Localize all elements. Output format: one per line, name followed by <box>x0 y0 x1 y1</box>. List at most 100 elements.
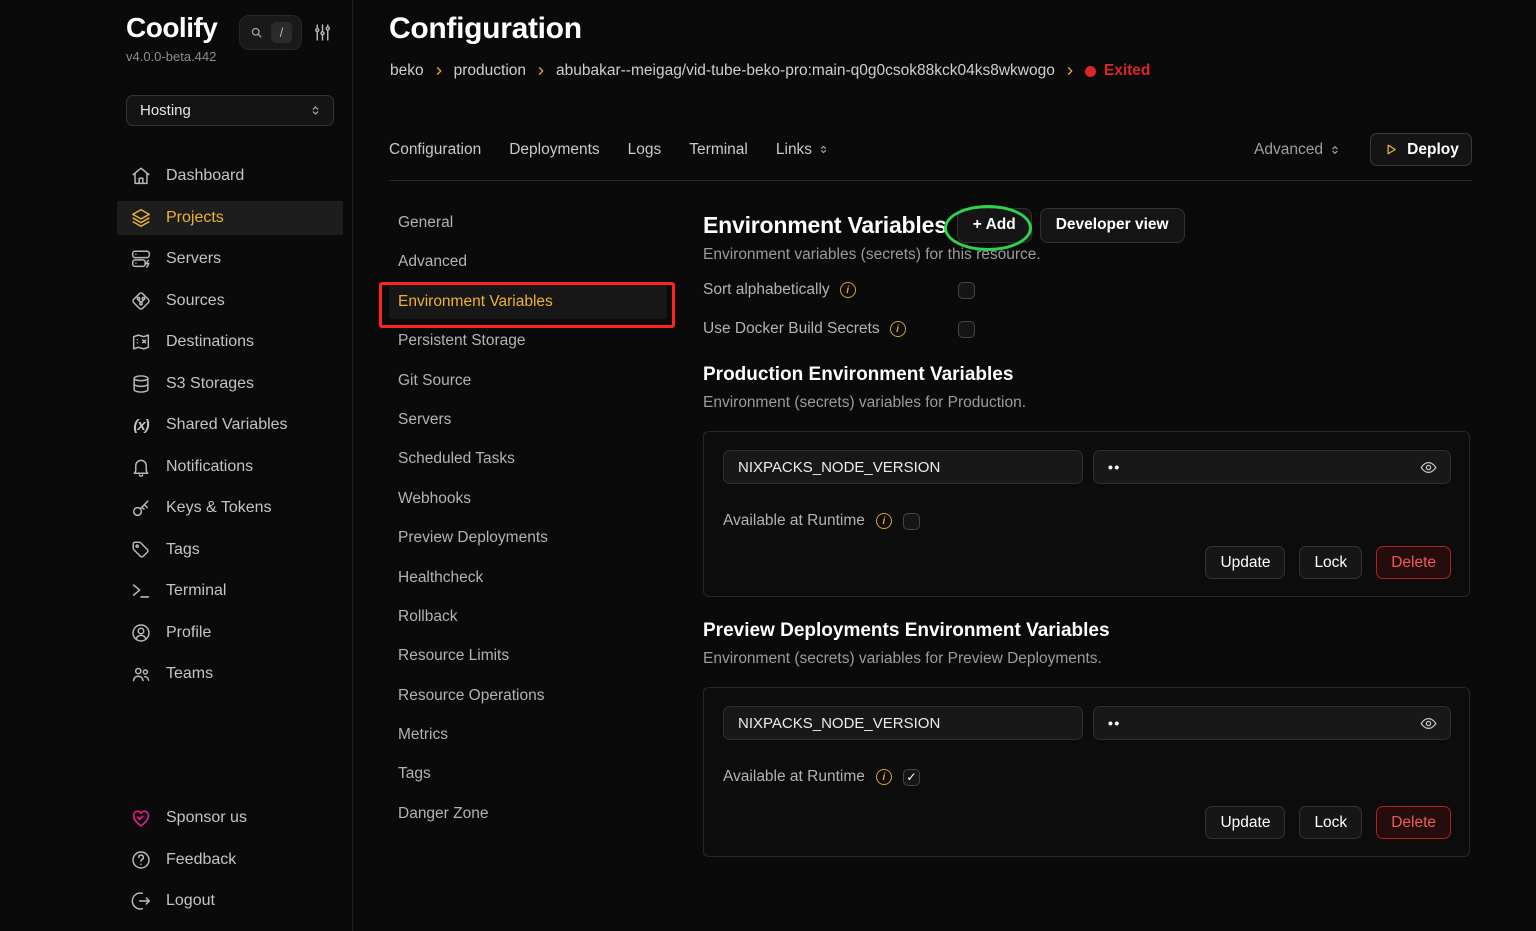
sidebar-item-keys-tokens[interactable]: Keys & Tokens <box>117 491 343 525</box>
database-icon <box>130 373 152 395</box>
delete-button[interactable]: Delete <box>1376 806 1451 839</box>
sidebar-item-s3-storages[interactable]: S3 Storages <box>117 367 343 401</box>
settings-nav-tags[interactable]: Tags <box>389 757 667 791</box>
variable-value-field[interactable]: •• <box>1093 450 1451 484</box>
variable-x-icon: (x) <box>130 414 152 436</box>
variable-row: •• <box>723 450 1451 484</box>
sidebar-item-destinations[interactable]: Destinations <box>117 325 343 359</box>
sidebar-item-feedback[interactable]: Feedback <box>117 843 343 877</box>
sidebar-item-shared-variables[interactable]: (x) Shared Variables <box>117 408 343 442</box>
sidebar-item-tags[interactable]: Tags <box>117 533 343 567</box>
update-button[interactable]: Update <box>1205 546 1285 579</box>
search-icon <box>249 25 264 40</box>
available-at-runtime-label: Available at Runtime <box>723 768 865 786</box>
masked-value: •• <box>1108 715 1121 731</box>
lock-button[interactable]: Lock <box>1299 806 1362 839</box>
sidebar-item-label: Notifications <box>166 458 253 476</box>
sidebar-item-notifications[interactable]: Notifications <box>117 450 343 484</box>
sidebar-item-label: S3 Storages <box>166 375 254 393</box>
breadcrumb-environment[interactable]: production <box>454 62 526 80</box>
available-at-runtime-label: Available at Runtime <box>723 512 865 530</box>
main-area: Configuration beko production abubakar--… <box>353 0 1536 931</box>
lock-button[interactable]: Lock <box>1299 546 1362 579</box>
sidebar-item-logout[interactable]: Logout <box>117 884 343 918</box>
available-at-runtime-row: Available at Runtime i <box>723 510 1453 532</box>
app-logo[interactable]: Coolify <box>126 12 217 44</box>
settings-nav-persistent-storage[interactable]: Persistent Storage <box>389 324 667 358</box>
settings-nav-environment-variables[interactable]: Environment Variables <box>389 285 667 319</box>
sidebar-item-servers[interactable]: Servers <box>117 242 343 276</box>
sidebar-item-label: Profile <box>166 624 211 642</box>
team-select[interactable]: Hosting <box>126 95 334 126</box>
settings-nav-scheduled-tasks[interactable]: Scheduled Tasks <box>389 442 667 476</box>
available-at-runtime-checkbox[interactable]: ✓ <box>903 769 920 786</box>
settings-nav-webhooks[interactable]: Webhooks <box>389 482 667 516</box>
sidebar-item-projects[interactable]: Projects <box>117 201 343 235</box>
chevron-right-icon <box>433 65 445 77</box>
settings-nav-git-source[interactable]: Git Source <box>389 364 667 398</box>
coolify-app: Coolify v4.0.0-beta.442 / Hosting Dashbo… <box>0 0 1536 931</box>
eye-icon[interactable] <box>1419 714 1438 733</box>
env-title: Environment Variables <box>703 212 947 239</box>
sidebar-item-label: Keys & Tokens <box>166 499 272 517</box>
variable-name-input[interactable] <box>723 450 1083 484</box>
settings-nav-danger-zone[interactable]: Danger Zone <box>389 797 667 831</box>
sidebar: Coolify v4.0.0-beta.442 / Hosting Dashbo… <box>0 0 353 931</box>
heart-icon <box>130 807 152 829</box>
tab-logs[interactable]: Logs <box>628 141 662 159</box>
info-icon[interactable]: i <box>876 769 892 785</box>
team-select-value: Hosting <box>140 102 191 119</box>
settings-nav-metrics[interactable]: Metrics <box>389 718 667 752</box>
sidebar-item-sources[interactable]: Sources <box>117 284 343 318</box>
settings-nav-resource-operations[interactable]: Resource Operations <box>389 679 667 713</box>
settings-nav-general[interactable]: General <box>389 206 667 240</box>
variable-value-field[interactable]: •• <box>1093 706 1451 740</box>
sidebar-item-sponsor[interactable]: Sponsor us <box>117 801 343 835</box>
sidebar-item-label: Feedback <box>166 851 236 869</box>
search-button[interactable]: / <box>239 15 302 50</box>
delete-button[interactable]: Delete <box>1376 546 1451 579</box>
sidebar-item-label: Destinations <box>166 333 254 351</box>
sidebar-item-terminal[interactable]: Terminal <box>117 574 343 608</box>
settings-nav-rollback[interactable]: Rollback <box>389 600 667 634</box>
tab-configuration[interactable]: Configuration <box>389 141 481 159</box>
preview-variable-card: •• Available at Runtime i ✓ Update Lock … <box>703 687 1470 857</box>
settings-nav-healthcheck[interactable]: Healthcheck <box>389 561 667 595</box>
add-variable-button[interactable]: + Add <box>957 208 1032 243</box>
sidebar-item-label: Terminal <box>166 582 226 600</box>
app-version: v4.0.0-beta.442 <box>126 49 216 64</box>
filters-icon[interactable] <box>312 22 333 43</box>
preview-section-title: Preview Deployments Environment Variable… <box>703 620 1110 642</box>
production-section-description: Environment (secrets) variables for Prod… <box>703 394 1026 412</box>
docker-build-secrets-checkbox[interactable] <box>958 321 975 338</box>
settings-nav-preview-deployments[interactable]: Preview Deployments <box>389 521 667 555</box>
eye-icon[interactable] <box>1419 458 1438 477</box>
key-icon <box>130 497 152 519</box>
settings-nav-advanced[interactable]: Advanced <box>389 245 667 279</box>
developer-view-button[interactable]: Developer view <box>1040 208 1185 243</box>
preview-section-description: Environment (secrets) variables for Prev… <box>703 650 1102 668</box>
sidebar-item-dashboard[interactable]: Dashboard <box>117 159 343 193</box>
info-icon[interactable]: i <box>876 513 892 529</box>
sidebar-item-label: Logout <box>166 892 215 910</box>
available-at-runtime-checkbox[interactable] <box>903 513 920 530</box>
update-button[interactable]: Update <box>1205 806 1285 839</box>
sidebar-item-label: Teams <box>166 665 213 683</box>
sidebar-item-teams[interactable]: Teams <box>117 657 343 691</box>
info-icon[interactable]: i <box>840 282 856 298</box>
tag-icon <box>130 539 152 561</box>
user-circle-icon <box>130 622 152 644</box>
settings-nav-resource-limits[interactable]: Resource Limits <box>389 639 667 673</box>
production-variable-card: •• Available at Runtime i Update Lock De… <box>703 431 1470 597</box>
tab-deployments[interactable]: Deployments <box>509 141 599 159</box>
sidebar-item-label: Sponsor us <box>166 809 247 827</box>
home-icon <box>130 165 152 187</box>
production-section-title: Production Environment Variables <box>703 364 1013 386</box>
breadcrumb-project[interactable]: beko <box>390 62 424 80</box>
sidebar-item-label: Servers <box>166 250 221 268</box>
sort-alphabetically-checkbox[interactable] <box>958 282 975 299</box>
info-icon[interactable]: i <box>890 321 906 337</box>
settings-nav-servers[interactable]: Servers <box>389 403 667 437</box>
sidebar-item-profile[interactable]: Profile <box>117 616 343 650</box>
variable-name-input[interactable] <box>723 706 1083 740</box>
